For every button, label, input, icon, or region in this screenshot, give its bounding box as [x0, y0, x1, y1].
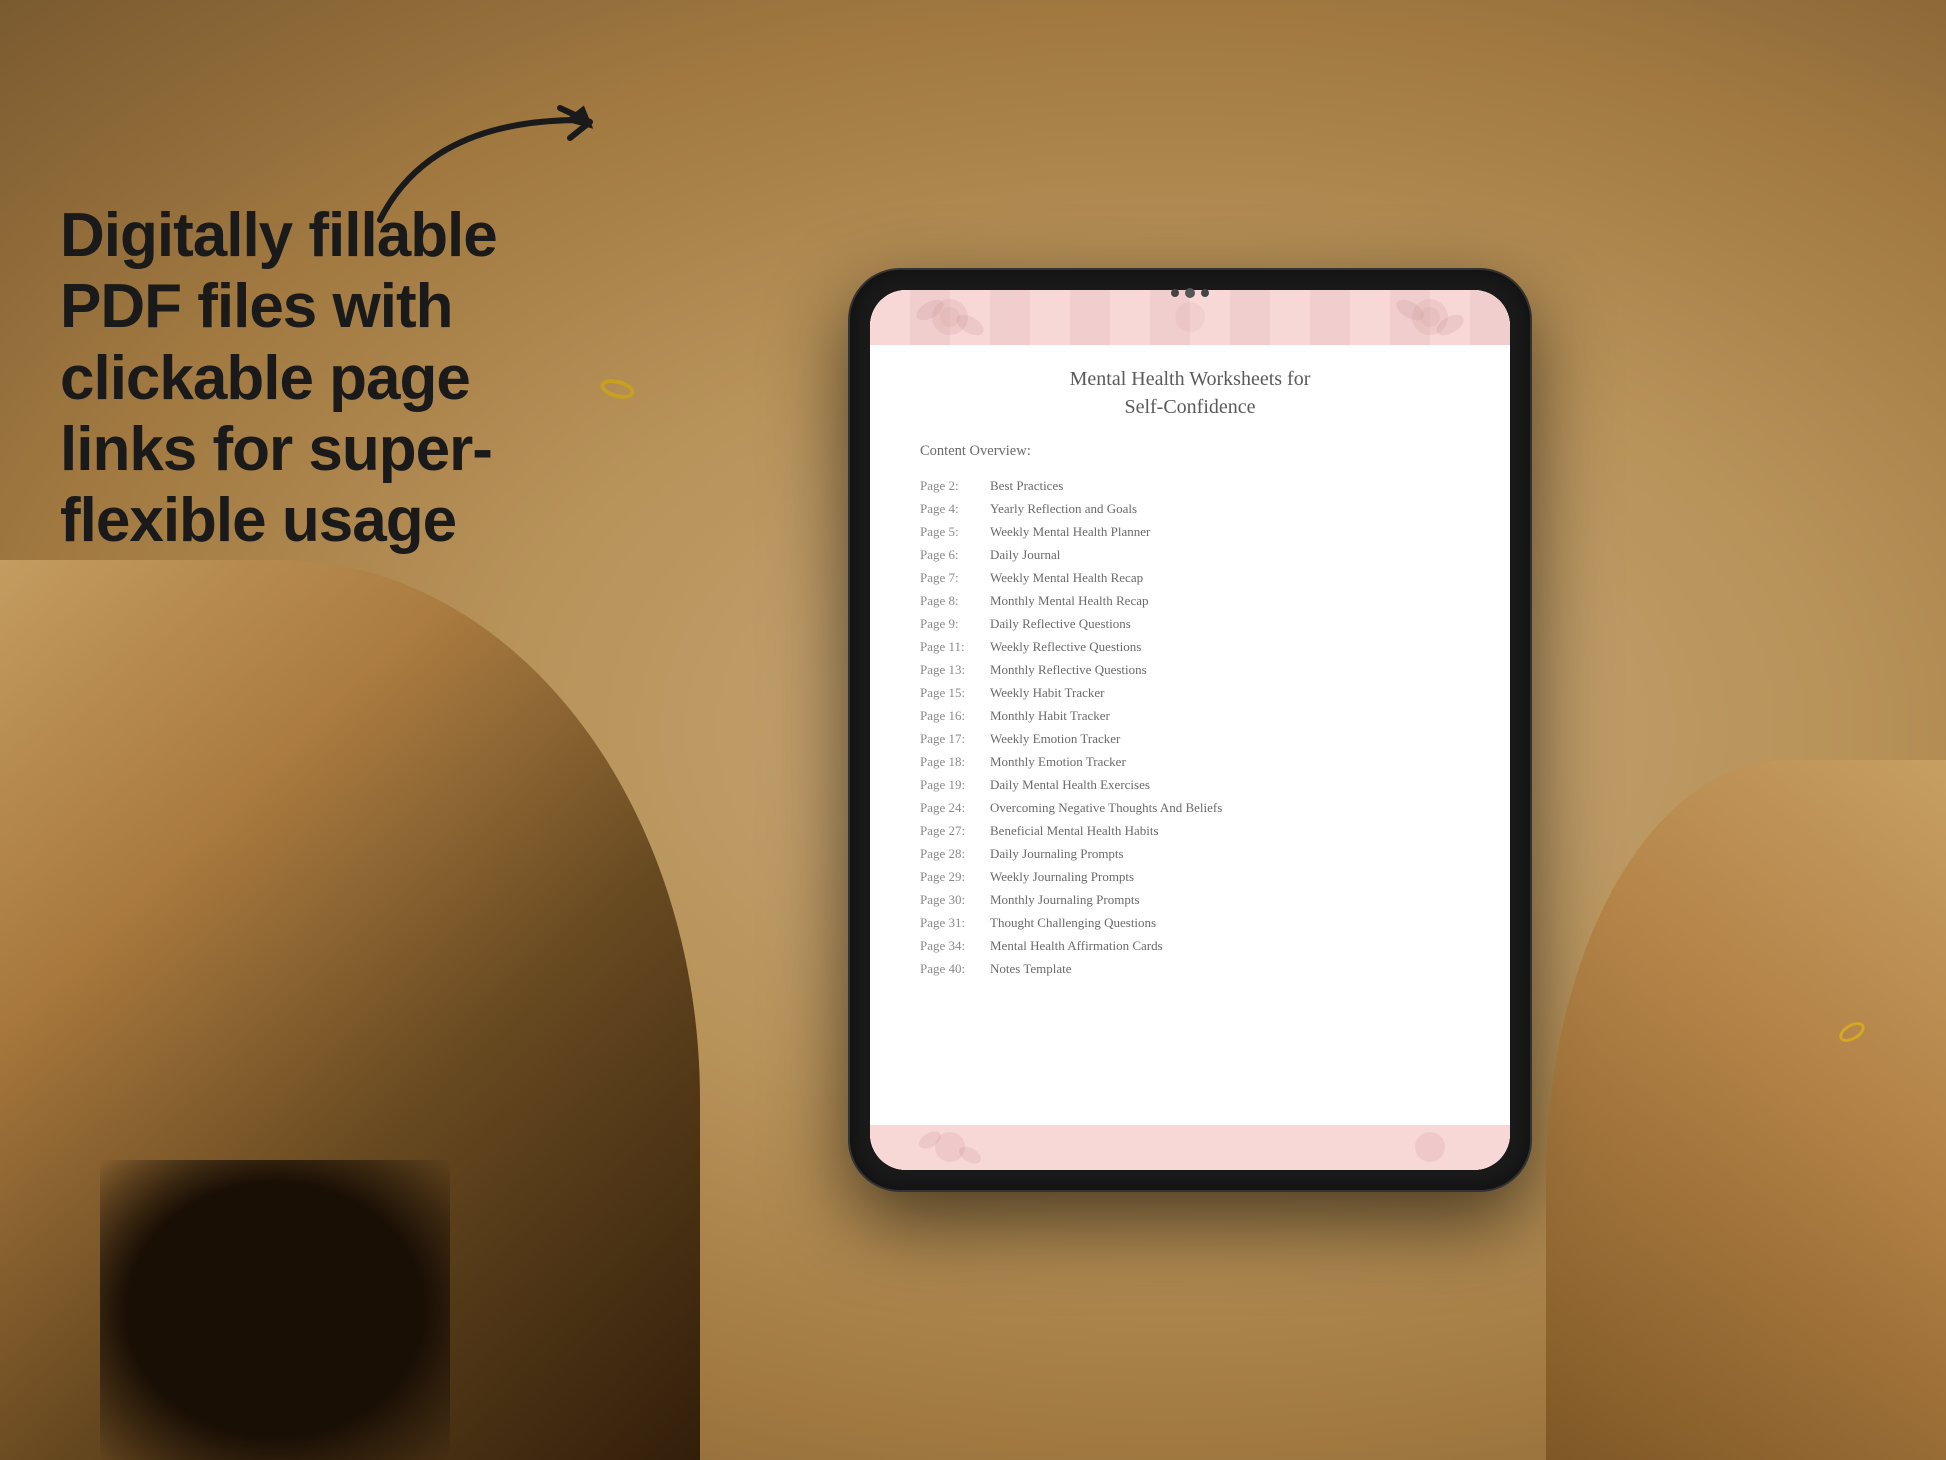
toc-page-title: Best Practices — [990, 478, 1063, 494]
toc-page-number: Page 28: — [920, 846, 990, 862]
toc-item: Page 2:Best Practices — [920, 474, 1460, 497]
toc-page-title: Mental Health Affirmation Cards — [990, 938, 1163, 954]
toc-page-number: Page 17: — [920, 731, 990, 747]
toc-item: Page 4:Yearly Reflection and Goals — [920, 497, 1460, 520]
camera-dot-2 — [1201, 289, 1209, 297]
toc-item: Page 30:Monthly Journaling Prompts — [920, 888, 1460, 911]
toc-page-title: Weekly Emotion Tracker — [990, 731, 1120, 747]
toc-page-number: Page 6: — [920, 547, 990, 563]
toc-item: Page 6:Daily Journal — [920, 543, 1460, 566]
toc-item: Page 13:Monthly Reflective Questions — [920, 658, 1460, 681]
toc-page-number: Page 34: — [920, 938, 990, 954]
pdf-bottom-border — [870, 1125, 1510, 1170]
toc-page-title: Weekly Mental Health Planner — [990, 524, 1150, 540]
toc-page-number: Page 16: — [920, 708, 990, 724]
toc-page-title: Overcoming Negative Thoughts And Beliefs — [990, 800, 1222, 816]
toc-page-title: Daily Journal — [990, 547, 1060, 563]
pdf-content: Mental Health Worksheets for Self-Confid… — [870, 345, 1510, 1000]
toc-page-title: Yearly Reflection and Goals — [990, 501, 1137, 517]
toc-item: Page 34:Mental Health Affirmation Cards — [920, 934, 1460, 957]
toc-page-number: Page 7: — [920, 570, 990, 586]
toc-item: Page 31:Thought Challenging Questions — [920, 911, 1460, 934]
toc-page-title: Daily Journaling Prompts — [990, 846, 1124, 862]
headline-text: Digitally fillable PDF files with clicka… — [60, 200, 580, 556]
floral-decoration-bottom — [870, 1125, 1510, 1170]
toc-page-number: Page 31: — [920, 915, 990, 931]
toc-item: Page 15:Weekly Habit Tracker — [920, 681, 1460, 704]
toc-page-number: Page 18: — [920, 754, 990, 770]
toc-page-number: Page 19: — [920, 777, 990, 793]
toc-page-title: Monthly Reflective Questions — [990, 662, 1147, 678]
toc-item: Page 27:Beneficial Mental Health Habits — [920, 819, 1460, 842]
toc-page-number: Page 2: — [920, 478, 990, 494]
pdf-top-border — [870, 290, 1510, 345]
content-overview-label: Content Overview: — [920, 443, 1460, 460]
pdf-document: Mental Health Worksheets for Self-Confid… — [870, 290, 1510, 1170]
toc-page-title: Beneficial Mental Health Habits — [990, 823, 1159, 839]
toc-item: Page 16:Monthly Habit Tracker — [920, 704, 1460, 727]
toc-page-number: Page 29: — [920, 869, 990, 885]
toc-page-title: Monthly Habit Tracker — [990, 708, 1110, 724]
toc-item: Page 8:Monthly Mental Health Recap — [920, 589, 1460, 612]
camera-dot-main — [1185, 288, 1195, 298]
tablet-screen: Mental Health Worksheets for Self-Confid… — [870, 290, 1510, 1170]
toc-page-title: Weekly Mental Health Recap — [990, 570, 1143, 586]
toc-page-title: Weekly Habit Tracker — [990, 685, 1104, 701]
toc-page-number: Page 15: — [920, 685, 990, 701]
toc-page-number: Page 11: — [920, 639, 990, 655]
camera-dot-1 — [1171, 289, 1179, 297]
toc-page-title: Monthly Emotion Tracker — [990, 754, 1126, 770]
toc-list: Page 2:Best PracticesPage 4:Yearly Refle… — [920, 474, 1460, 980]
toc-page-title: Thought Challenging Questions — [990, 915, 1156, 931]
toc-item: Page 17:Weekly Emotion Tracker — [920, 727, 1460, 750]
toc-page-number: Page 8: — [920, 593, 990, 609]
toc-item: Page 24:Overcoming Negative Thoughts And… — [920, 796, 1460, 819]
toc-page-number: Page 30: — [920, 892, 990, 908]
toc-page-number: Page 27: — [920, 823, 990, 839]
toc-page-number: Page 24: — [920, 800, 990, 816]
toc-page-title: Daily Mental Health Exercises — [990, 777, 1150, 793]
person-head — [100, 1160, 450, 1460]
toc-item: Page 40:Notes Template — [920, 957, 1460, 980]
toc-item: Page 18:Monthly Emotion Tracker — [920, 750, 1460, 773]
pdf-title: Mental Health Worksheets for Self-Confid… — [920, 365, 1460, 421]
toc-page-title: Daily Reflective Questions — [990, 616, 1131, 632]
toc-page-number: Page 4: — [920, 501, 990, 517]
toc-item: Page 9:Daily Reflective Questions — [920, 612, 1460, 635]
toc-item: Page 7:Weekly Mental Health Recap — [920, 566, 1460, 589]
toc-item: Page 28:Daily Journaling Prompts — [920, 842, 1460, 865]
toc-page-number: Page 13: — [920, 662, 990, 678]
toc-page-number: Page 40: — [920, 961, 990, 977]
tablet-camera-bar — [1171, 288, 1209, 298]
toc-page-title: Weekly Reflective Questions — [990, 639, 1141, 655]
toc-page-title: Monthly Journaling Prompts — [990, 892, 1140, 908]
toc-page-title: Notes Template — [990, 961, 1072, 977]
left-text-block: Digitally fillable PDF files with clicka… — [60, 200, 580, 556]
toc-page-number: Page 5: — [920, 524, 990, 540]
toc-page-title: Monthly Mental Health Recap — [990, 593, 1149, 609]
toc-item: Page 5:Weekly Mental Health Planner — [920, 520, 1460, 543]
tablet-device: Mental Health Worksheets for Self-Confid… — [850, 270, 1530, 1190]
toc-item: Page 11:Weekly Reflective Questions — [920, 635, 1460, 658]
toc-page-title: Weekly Journaling Prompts — [990, 869, 1134, 885]
toc-item: Page 29:Weekly Journaling Prompts — [920, 865, 1460, 888]
toc-page-number: Page 9: — [920, 616, 990, 632]
floral-decoration-top — [870, 290, 1510, 345]
toc-item: Page 19:Daily Mental Health Exercises — [920, 773, 1460, 796]
